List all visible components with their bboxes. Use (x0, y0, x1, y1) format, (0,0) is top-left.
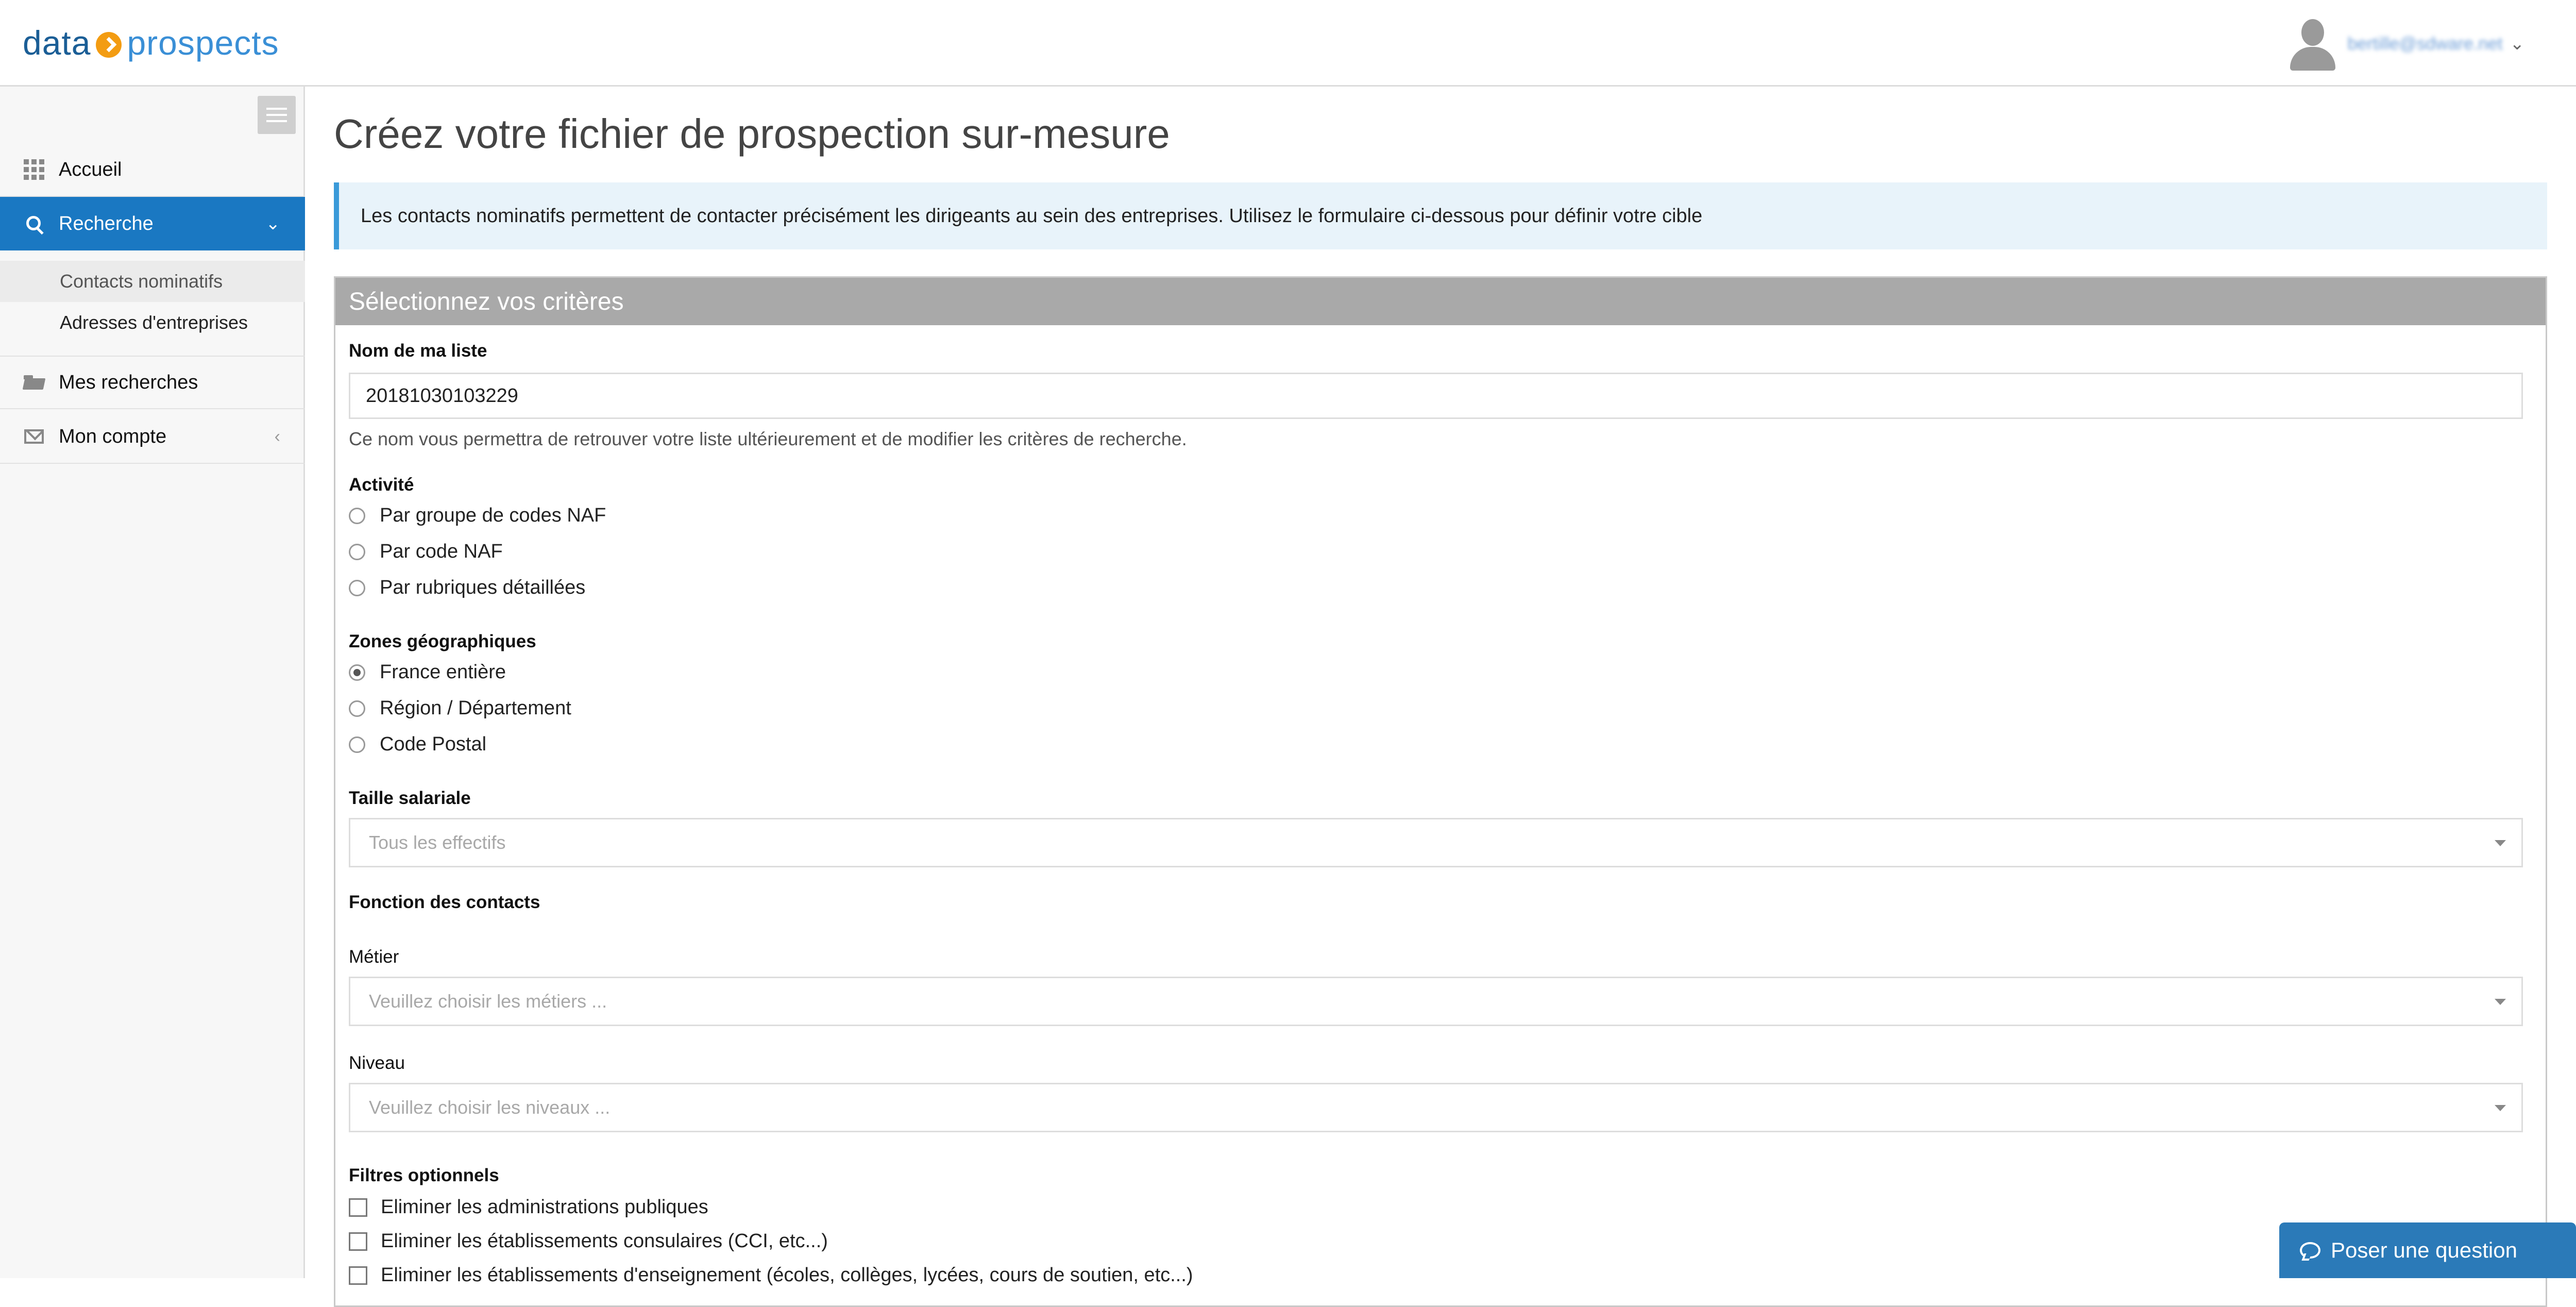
radio-button[interactable] (349, 700, 365, 717)
sidebar-item-mes-recherches[interactable]: Mes recherches (0, 356, 305, 409)
chevron-down-icon[interactable]: ⌄ (266, 213, 281, 234)
metier-select[interactable]: Veuillez choisir les métiers ... (349, 977, 2523, 1026)
folder-icon (22, 375, 46, 390)
info-banner: Les contacts nominatifs permettent de co… (334, 182, 2547, 249)
sidebar-item-label: Recherche (59, 212, 154, 234)
niveau-placeholder: Veuillez choisir les niveaux ... (369, 1097, 611, 1118)
radio-france-entiere[interactable]: France entière (349, 661, 506, 683)
radio-button[interactable] (349, 736, 365, 753)
search-icon (22, 216, 46, 231)
user-email[interactable]: bertille@sdware.net (2348, 34, 2503, 54)
sidebar-item-mon-compte[interactable]: Mon compte ‹ (0, 410, 305, 464)
sidebar-subnav: Contacts nominatifs Adresses d'entrepris… (0, 261, 305, 343)
radio-code-postal[interactable]: Code Postal (349, 733, 486, 756)
list-name-input[interactable]: 20181030103229 (349, 373, 2523, 419)
zones-label: Zones géographiques (349, 631, 536, 651)
sidebar-toggle-button[interactable] (258, 96, 296, 134)
radio-button[interactable] (349, 543, 365, 560)
radio-label: Par groupe de codes NAF (380, 505, 606, 526)
metier-label: Métier (349, 947, 399, 967)
checkbox-label: Eliminer les établissements consulaires … (381, 1230, 828, 1252)
activite-label: Activité (349, 475, 414, 495)
checkbox-admin-publiques[interactable]: Eliminer les administrations publiques (349, 1196, 708, 1218)
fonction-label: Fonction des contacts (349, 892, 540, 912)
sidebar-item-label: Mon compte (59, 425, 167, 447)
sidebar-subitem-contacts-nominatifs[interactable]: Contacts nominatifs (0, 261, 305, 302)
checkbox-label: Eliminer les établissements d'enseigneme… (381, 1264, 1193, 1286)
user-menu[interactable]: bertille@sdware.net ⌄ (2287, 15, 2525, 72)
radio-button[interactable] (349, 579, 365, 596)
caret-down-icon (2495, 840, 2506, 846)
metier-placeholder: Veuillez choisir les métiers ... (369, 991, 607, 1012)
chevron-down-icon[interactable]: ⌄ (2510, 33, 2525, 54)
main-content: Créez votre fichier de prospection sur-m… (305, 87, 2576, 1307)
sidebar-item-recherche[interactable]: Recherche ⌄ (0, 197, 305, 250)
criteria-panel: Sélectionnez vos critères Nom de ma list… (334, 276, 2547, 1307)
caret-down-icon (2495, 1105, 2506, 1111)
page-title: Créez votre fichier de prospection sur-m… (334, 111, 1170, 157)
radio-region-departement[interactable]: Région / Département (349, 697, 571, 719)
panel-title: Sélectionnez vos critères (335, 278, 2546, 325)
avatar[interactable] (2287, 17, 2338, 71)
radio-label: Par rubriques détaillées (380, 577, 586, 598)
radio-label: France entière (380, 661, 506, 683)
radio-button[interactable] (349, 507, 365, 524)
list-name-help: Ce nom vous permettra de retrouver votre… (349, 428, 1187, 449)
taille-label: Taille salariale (349, 788, 471, 808)
radio-label: Région / Département (380, 697, 571, 719)
sidebar-item-accueil[interactable]: Accueil (0, 143, 305, 197)
chevron-left-icon[interactable]: ‹ (275, 427, 280, 447)
radio-naf-code[interactable]: Par code NAF (349, 541, 503, 563)
radio-button-selected[interactable] (349, 664, 365, 681)
logo-text-data: data (23, 24, 91, 62)
list-name-label: Nom de ma liste (349, 341, 487, 361)
ask-question-button[interactable]: Poser une question (2279, 1222, 2576, 1278)
taille-select[interactable]: Tous les effectifs (349, 818, 2523, 867)
ask-question-label: Poser une question (2331, 1238, 2517, 1262)
checkbox-enseignement[interactable]: Eliminer les établissements d'enseigneme… (349, 1264, 1193, 1286)
checkbox[interactable] (349, 1266, 367, 1285)
logo-text-prospects: prospects (127, 24, 279, 62)
niveau-select[interactable]: Veuillez choisir les niveaux ... (349, 1083, 2523, 1132)
filtres-label: Filtres optionnels (349, 1165, 499, 1185)
caret-down-icon (2495, 999, 2506, 1005)
list-name-value: 20181030103229 (366, 384, 518, 407)
radio-label: Par code NAF (380, 541, 503, 562)
info-text: Les contacts nominatifs permettent de co… (361, 205, 1703, 227)
sidebar-item-label: Mes recherches (59, 371, 198, 393)
checkbox-consulaires[interactable]: Eliminer les établissements consulaires … (349, 1230, 828, 1252)
taille-placeholder: Tous les effectifs (369, 832, 506, 853)
sidebar-item-label: Accueil (59, 158, 122, 180)
radio-naf-group[interactable]: Par groupe de codes NAF (349, 505, 606, 527)
envelope-icon (22, 429, 46, 444)
checkbox[interactable] (349, 1198, 367, 1217)
top-bar: data prospects bertille@sdware.net ⌄ (0, 0, 2576, 87)
radio-label: Code Postal (380, 733, 487, 755)
chat-bubble-icon (2300, 1242, 2320, 1259)
logo[interactable]: data prospects (23, 20, 279, 66)
niveau-label: Niveau (349, 1053, 405, 1073)
sidebar: Accueil Recherche ⌄ Contacts nominatifs … (0, 87, 305, 1278)
checkbox[interactable] (349, 1232, 367, 1251)
logo-arrow-icon (96, 32, 122, 58)
checkbox-label: Eliminer les administrations publiques (381, 1196, 708, 1218)
grid-icon (22, 159, 46, 180)
sidebar-subitem-adresses-entreprises[interactable]: Adresses d'entreprises (0, 302, 305, 343)
radio-rubriques[interactable]: Par rubriques détaillées (349, 577, 585, 599)
